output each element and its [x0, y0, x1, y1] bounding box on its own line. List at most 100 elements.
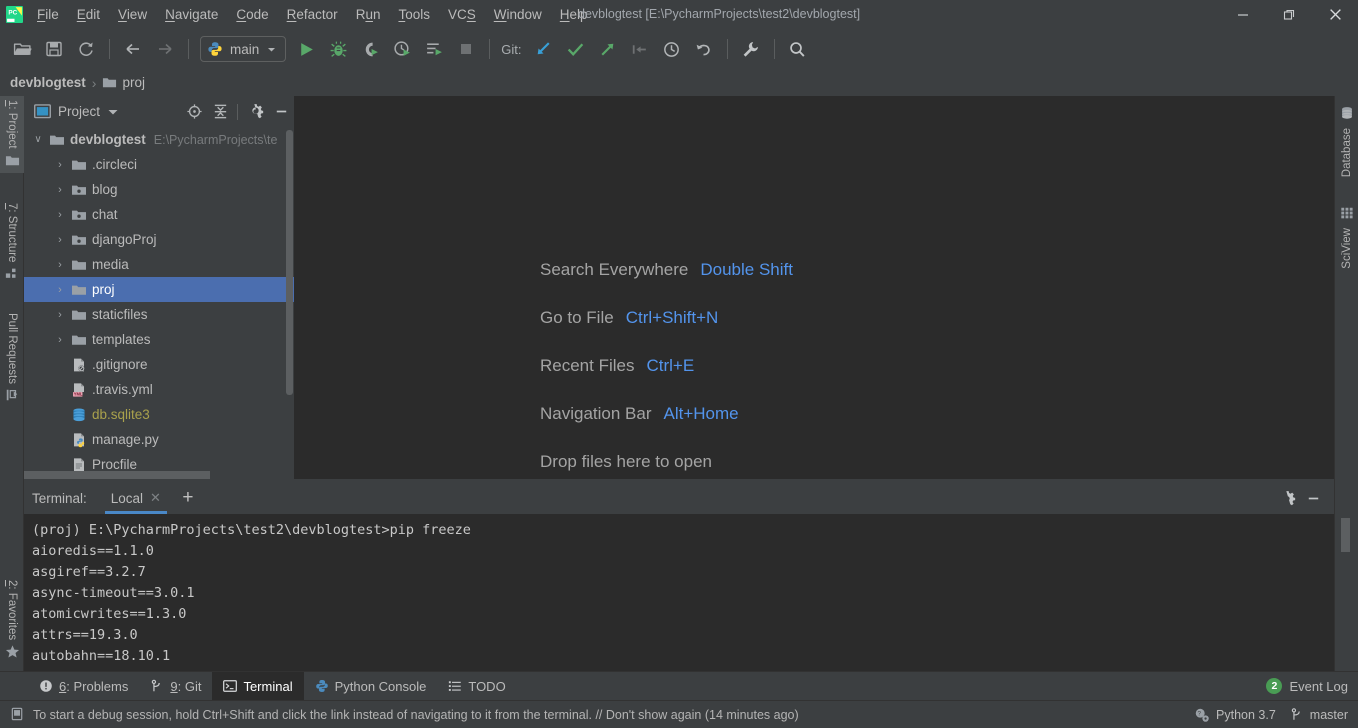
chevron-right-icon[interactable]: ›: [52, 334, 68, 346]
status-message[interactable]: To start a debug session, hold Ctrl+Shif…: [33, 708, 799, 722]
add-tab-icon[interactable]: +: [175, 485, 201, 511]
scroll-from-source-icon[interactable]: [181, 99, 207, 125]
bottom-tab-python-console[interactable]: Python Console: [304, 672, 438, 700]
menu-file[interactable]: File: [28, 0, 68, 29]
tree-row[interactable]: › media: [24, 252, 294, 277]
minimize-button[interactable]: [1220, 0, 1266, 29]
tree-row[interactable]: › djangoProj: [24, 227, 294, 252]
tree-row[interactable]: ∨ devblogtest E:\PycharmProjects\te: [24, 127, 294, 152]
maximize-button[interactable]: [1266, 0, 1312, 29]
save-icon[interactable]: [40, 35, 68, 63]
python-settings-icon: ?: [1195, 708, 1209, 722]
project-panel-title: Project: [58, 104, 101, 119]
run-with-coverage-icon[interactable]: [356, 35, 384, 63]
profile-icon[interactable]: [388, 35, 416, 63]
arrow-left-icon[interactable]: [119, 35, 147, 63]
history-icon[interactable]: [658, 35, 686, 63]
rollback-changes-icon[interactable]: [626, 35, 654, 63]
bottom-tab-problems[interactable]: 6: Problems: [28, 672, 139, 700]
breadcrumb-root[interactable]: devblogtest: [10, 75, 86, 90]
commit-icon[interactable]: [562, 35, 590, 63]
push-icon[interactable]: [594, 35, 622, 63]
menu-code[interactable]: Code: [227, 0, 277, 29]
breadcrumb-folder[interactable]: proj: [102, 75, 145, 90]
window-title: devblogtest [E:\PycharmProjects\test2\de…: [578, 7, 861, 21]
tree-row-label: db.sqlite3: [92, 407, 150, 422]
menu-vcs[interactable]: VCS: [439, 0, 485, 29]
menu-run[interactable]: Run: [347, 0, 390, 29]
chevron-right-icon[interactable]: ›: [52, 184, 68, 196]
database-icon: [1342, 107, 1352, 119]
wrench-settings-icon[interactable]: [737, 35, 765, 63]
chevron-right-icon[interactable]: ›: [52, 284, 68, 296]
bottom-tab-problems-label: 6: Problems: [59, 678, 129, 694]
status-bar: To start a debug session, hold Ctrl+Shif…: [0, 700, 1358, 728]
open-folder-icon[interactable]: [8, 35, 36, 63]
hide-icon[interactable]: [1300, 485, 1326, 511]
chevron-down-icon[interactable]: [107, 106, 119, 118]
bottom-tab-python-console-label: Python Console: [334, 678, 427, 694]
chevron-right-icon[interactable]: ∨: [30, 134, 46, 145]
sidebar-item-favorites[interactable]: 2: Favorites: [0, 576, 24, 664]
tree-row[interactable]: › .circleci: [24, 152, 294, 177]
project-tree[interactable]: ∨ devblogtest E:\PycharmProjects\te › .circl…: [24, 127, 294, 479]
close-button[interactable]: [1312, 0, 1358, 29]
update-project-icon[interactable]: [530, 35, 558, 63]
tree-row[interactable]: › chat: [24, 202, 294, 227]
editor-hint: Navigation Bar Alt+Home: [540, 390, 793, 438]
folder-icon: [50, 135, 64, 145]
terminal-scrollbar-thumb[interactable]: [1341, 518, 1350, 552]
tree-row[interactable]: .gitignore: [24, 352, 294, 377]
chevron-right-icon[interactable]: ›: [52, 234, 68, 246]
tree-row[interactable]: YML .travis.yml: [24, 377, 294, 402]
run-configuration-selector[interactable]: main: [200, 36, 287, 62]
tree-vertical-scrollbar[interactable]: [286, 130, 293, 395]
terminal-output[interactable]: (proj) E:\PycharmProjects\test2\devblogt…: [24, 514, 1334, 672]
branch-selector[interactable]: master: [1290, 707, 1348, 722]
menu-navigate[interactable]: Navigate: [156, 0, 227, 29]
close-icon[interactable]: ✕: [150, 490, 161, 506]
undo-icon[interactable]: [690, 35, 718, 63]
bottom-tab-git[interactable]: 9: Git: [139, 672, 212, 700]
gear-icon[interactable]: [242, 99, 268, 125]
arrow-right-icon[interactable]: [151, 35, 179, 63]
editor-empty-area[interactable]: Search Everywhere Double Shift Go to File C…: [294, 96, 1334, 479]
interpreter-selector[interactable]: ? Python 3.7: [1194, 707, 1276, 723]
event-log-area[interactable]: 2 Event Log: [1266, 678, 1358, 694]
tree-row[interactable]: manage.py: [24, 427, 294, 452]
run-icon[interactable]: [292, 35, 320, 63]
tree-row[interactable]: › blog: [24, 177, 294, 202]
sync-icon[interactable]: [72, 35, 100, 63]
bottom-tab-todo[interactable]: TODO: [437, 672, 516, 700]
search-icon[interactable]: [784, 35, 812, 63]
menu-tools[interactable]: Tools: [389, 0, 439, 29]
menu-view[interactable]: View: [109, 0, 156, 29]
tree-row[interactable]: › proj: [24, 277, 294, 302]
tree-row[interactable]: › staticfiles: [24, 302, 294, 327]
tree-horizontal-scrollbar[interactable]: [24, 471, 210, 479]
chevron-right-icon[interactable]: ›: [52, 259, 68, 271]
menu-edit[interactable]: Edit: [68, 0, 109, 29]
hide-icon[interactable]: [268, 99, 294, 125]
collapse-all-icon[interactable]: [207, 99, 233, 125]
menu-window[interactable]: Window: [485, 0, 551, 29]
menu-refactor[interactable]: Refactor: [278, 0, 347, 29]
stop-icon[interactable]: [452, 35, 480, 63]
tree-row-icon: [68, 407, 90, 423]
gear-icon[interactable]: [1274, 485, 1300, 511]
sidebar-item-structure[interactable]: 7: Structure: [0, 199, 24, 285]
terminal-tab-local[interactable]: Local ✕: [101, 482, 171, 514]
run-console-icon[interactable]: [420, 35, 448, 63]
chevron-right-icon[interactable]: ›: [52, 309, 68, 321]
tree-row[interactable]: db.sqlite3: [24, 402, 294, 427]
tree-row[interactable]: › templates: [24, 327, 294, 352]
chevron-right-icon[interactable]: ›: [52, 209, 68, 221]
sidebar-item-project[interactable]: 1: Project: [0, 96, 24, 173]
debug-icon[interactable]: [324, 35, 352, 63]
sidebar-item-pull-requests[interactable]: Pull Requests: [0, 309, 24, 407]
sidebar-item-sciview[interactable]: SciView: [1335, 206, 1358, 273]
sidebar-item-database[interactable]: Database: [1335, 106, 1358, 181]
bottom-tab-terminal[interactable]: Terminal: [212, 672, 304, 700]
chevron-right-icon[interactable]: ›: [52, 159, 68, 171]
bottom-tab-terminal-label: Terminal: [243, 678, 293, 694]
